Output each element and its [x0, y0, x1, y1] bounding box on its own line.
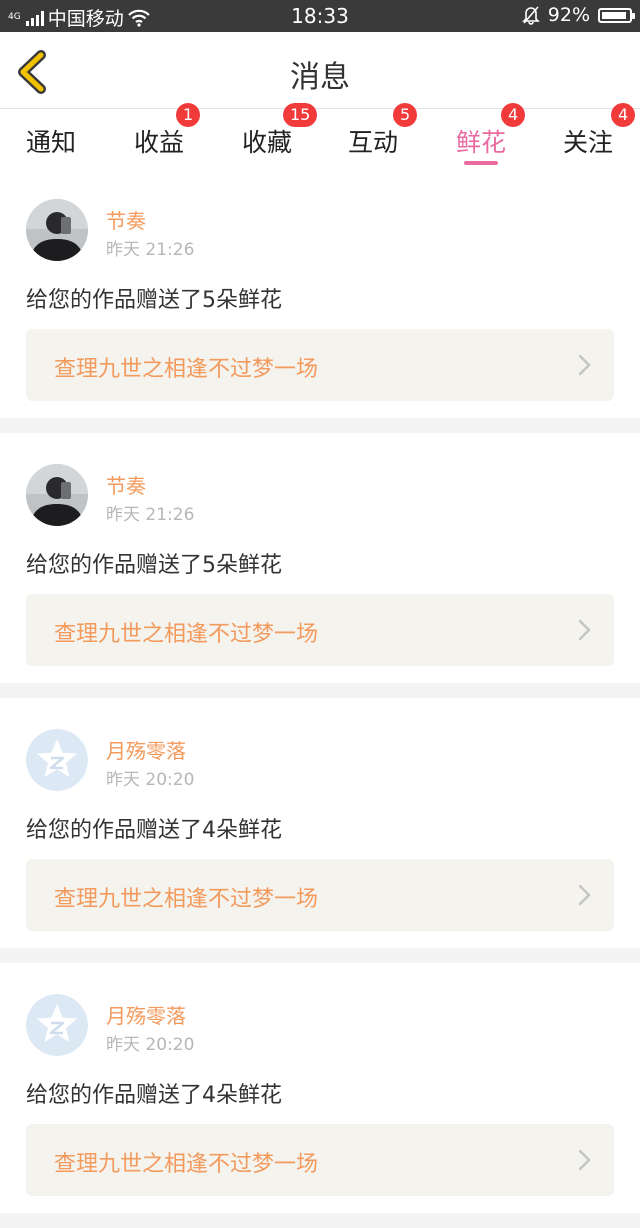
- unread-badge: 5: [393, 103, 418, 127]
- tab-indicator: [464, 161, 498, 165]
- message-card: 月殇零落 昨天 20:20 给您的作品赠送了4朵鲜花 查理九世之相逢不过梦一场: [0, 698, 640, 948]
- tab-bar: 通知 收益 1 收藏 15 互动 5 鲜花 4 关注 4: [0, 103, 640, 168]
- unread-badge: 15: [283, 103, 318, 127]
- work-link[interactable]: 查理九世之相逢不过梦一场: [26, 859, 614, 931]
- tab-notifications[interactable]: 通知: [10, 109, 92, 168]
- unread-badge: 4: [501, 103, 526, 127]
- avatar[interactable]: [26, 994, 88, 1056]
- chevron-right-icon: [578, 619, 591, 641]
- tab-interactions[interactable]: 互动 5: [332, 103, 418, 168]
- page-title: 消息: [290, 60, 350, 95]
- message-card: 节奏 昨天 21:26 给您的作品赠送了5朵鲜花 查理九世之相逢不过梦一场: [0, 433, 640, 683]
- work-link[interactable]: 查理九世之相逢不过梦一场: [26, 1124, 614, 1196]
- chevron-right-icon: [578, 354, 591, 376]
- message-list: 节奏 昨天 21:26 给您的作品赠送了5朵鲜花 查理九世之相逢不过梦一场 节奏…: [0, 168, 640, 1228]
- tab-label: 鲜花: [455, 128, 506, 157]
- message-text: 给您的作品赠送了4朵鲜花: [26, 818, 282, 843]
- username[interactable]: 月殇零落: [106, 735, 186, 764]
- bell-muted-icon: [521, 6, 540, 25]
- tab-earnings[interactable]: 收益 1: [118, 103, 201, 168]
- username[interactable]: 节奏: [106, 205, 146, 234]
- username[interactable]: 月殇零落: [106, 1000, 186, 1029]
- avatar[interactable]: [26, 199, 88, 261]
- avatar[interactable]: [26, 729, 88, 791]
- avatar[interactable]: [26, 464, 88, 526]
- battery-percent: 92%: [547, 4, 590, 26]
- work-title: 查理九世之相逢不过梦一场: [54, 622, 319, 647]
- timestamp: 昨天 20:20: [106, 770, 195, 790]
- work-title: 查理九世之相逢不过梦一场: [54, 887, 319, 912]
- message-card: 月殇零落 昨天 20:20 给您的作品赠送了4朵鲜花 查理九世之相逢不过梦一场: [0, 963, 640, 1213]
- tab-flowers[interactable]: 鲜花 4: [440, 103, 526, 168]
- header: 消息: [0, 32, 640, 109]
- chevron-right-icon: [578, 1149, 591, 1171]
- timestamp: 昨天 21:26: [106, 240, 195, 260]
- timestamp: 昨天 21:26: [106, 505, 195, 525]
- work-link[interactable]: 查理九世之相逢不过梦一场: [26, 329, 614, 401]
- message-text: 给您的作品赠送了5朵鲜花: [26, 553, 282, 578]
- work-title: 查理九世之相逢不过梦一场: [54, 1152, 319, 1177]
- user-photo-avatar: [26, 464, 88, 526]
- unread-badge: 1: [176, 103, 201, 127]
- chevron-right-icon: [578, 884, 591, 906]
- tab-label: 互动: [347, 128, 398, 157]
- message-card: 节奏 昨天 21:26 给您的作品赠送了5朵鲜花 查理九世之相逢不过梦一场: [0, 168, 640, 418]
- tab-label: 关注: [562, 128, 613, 157]
- tab-follows[interactable]: 关注 4: [547, 103, 636, 168]
- tab-label: 收藏: [241, 128, 292, 157]
- message-text: 给您的作品赠送了4朵鲜花: [26, 1083, 282, 1108]
- message-text: 给您的作品赠送了5朵鲜花: [26, 288, 282, 313]
- status-bar: 4G 中国移动 18:33 92%: [0, 0, 640, 32]
- work-link[interactable]: 查理九世之相逢不过梦一场: [26, 594, 614, 666]
- tab-favorites[interactable]: 收藏 15: [226, 103, 318, 168]
- tab-label: 收益: [133, 128, 184, 157]
- timestamp: 昨天 20:20: [106, 1035, 195, 1055]
- default-star-avatar-icon: [26, 994, 88, 1056]
- default-star-avatar-icon: [26, 729, 88, 791]
- username[interactable]: 节奏: [106, 470, 146, 499]
- user-photo-avatar: [26, 199, 88, 261]
- unread-badge: 4: [611, 103, 636, 127]
- work-title: 查理九世之相逢不过梦一场: [54, 357, 319, 382]
- tab-label: 通知: [25, 128, 76, 157]
- battery-icon: [598, 7, 635, 23]
